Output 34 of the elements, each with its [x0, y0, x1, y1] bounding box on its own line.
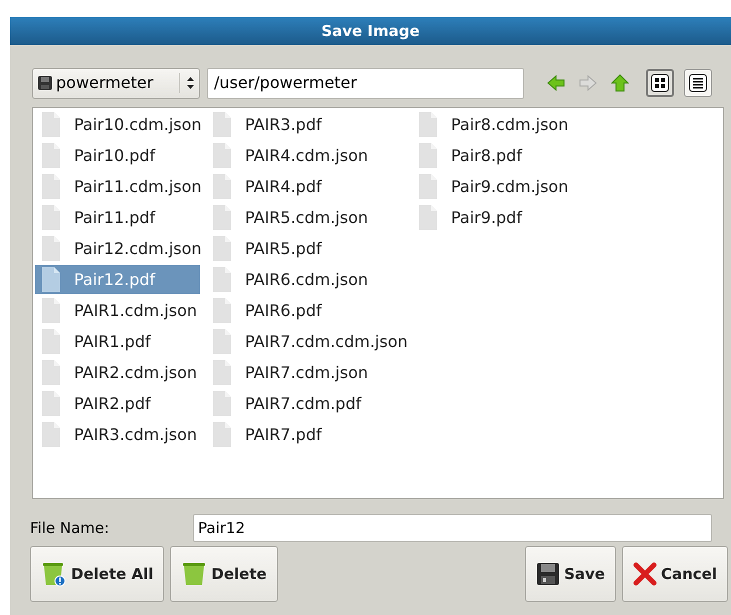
file-item[interactable]: PAIR3.cdm.json	[35, 420, 200, 449]
file-item[interactable]: Pair8.pdf	[412, 141, 606, 170]
file-item[interactable]: PAIR7.pdf	[206, 420, 406, 449]
file-item[interactable]: PAIR1.pdf	[35, 327, 200, 356]
file-item[interactable]: Pair11.pdf	[35, 203, 200, 232]
file-item[interactable]: Pair8.cdm.json	[412, 110, 606, 139]
file-item[interactable]: PAIR7.cdm.pdf	[206, 389, 406, 418]
file-item[interactable]: PAIR6.cdm.json	[206, 265, 406, 294]
file-item[interactable]: Pair9.pdf	[412, 203, 606, 232]
file-item[interactable]: Pair10.cdm.json	[35, 110, 200, 139]
cancel-button[interactable]: Cancel	[622, 546, 728, 602]
file-item[interactable]: Pair12.cdm.json	[35, 234, 200, 263]
file-item[interactable]: Pair9.cdm.json	[412, 172, 606, 201]
file-name-label: File Name:	[30, 518, 110, 539]
save-button[interactable]: Save	[525, 546, 616, 602]
path-field[interactable]: /user/powermeter	[207, 68, 524, 98]
file-item[interactable]: PAIR5.pdf	[206, 234, 406, 263]
file-item[interactable]: PAIR7.cdm.cdm.json	[206, 327, 406, 356]
file-item[interactable]: PAIR3.pdf	[206, 110, 406, 139]
file-item[interactable]: PAIR1.cdm.json	[35, 296, 200, 325]
file-item[interactable]: PAIR2.pdf	[35, 389, 200, 418]
window-title: Save Image	[321, 20, 420, 42]
file-item[interactable]: PAIR5.cdm.json	[206, 203, 406, 232]
file-item[interactable]: PAIR6.pdf	[206, 296, 406, 325]
location-dropdown[interactable]: powermeter	[32, 68, 200, 98]
file-item[interactable]: PAIR4.pdf	[206, 172, 406, 201]
file-item[interactable]: Pair11.cdm.json	[35, 172, 200, 201]
file-item[interactable]: PAIR7.cdm.json	[206, 358, 406, 387]
file-name-field[interactable]: Pair12	[193, 514, 712, 542]
file-item[interactable]: PAIR4.cdm.json	[206, 141, 406, 170]
delete-button[interactable]: Delete	[170, 546, 278, 602]
file-item[interactable]: Pair10.pdf	[35, 141, 200, 170]
file-item[interactable]: PAIR2.cdm.json	[35, 358, 200, 387]
delete-all-button[interactable]: Delete All	[30, 546, 164, 602]
